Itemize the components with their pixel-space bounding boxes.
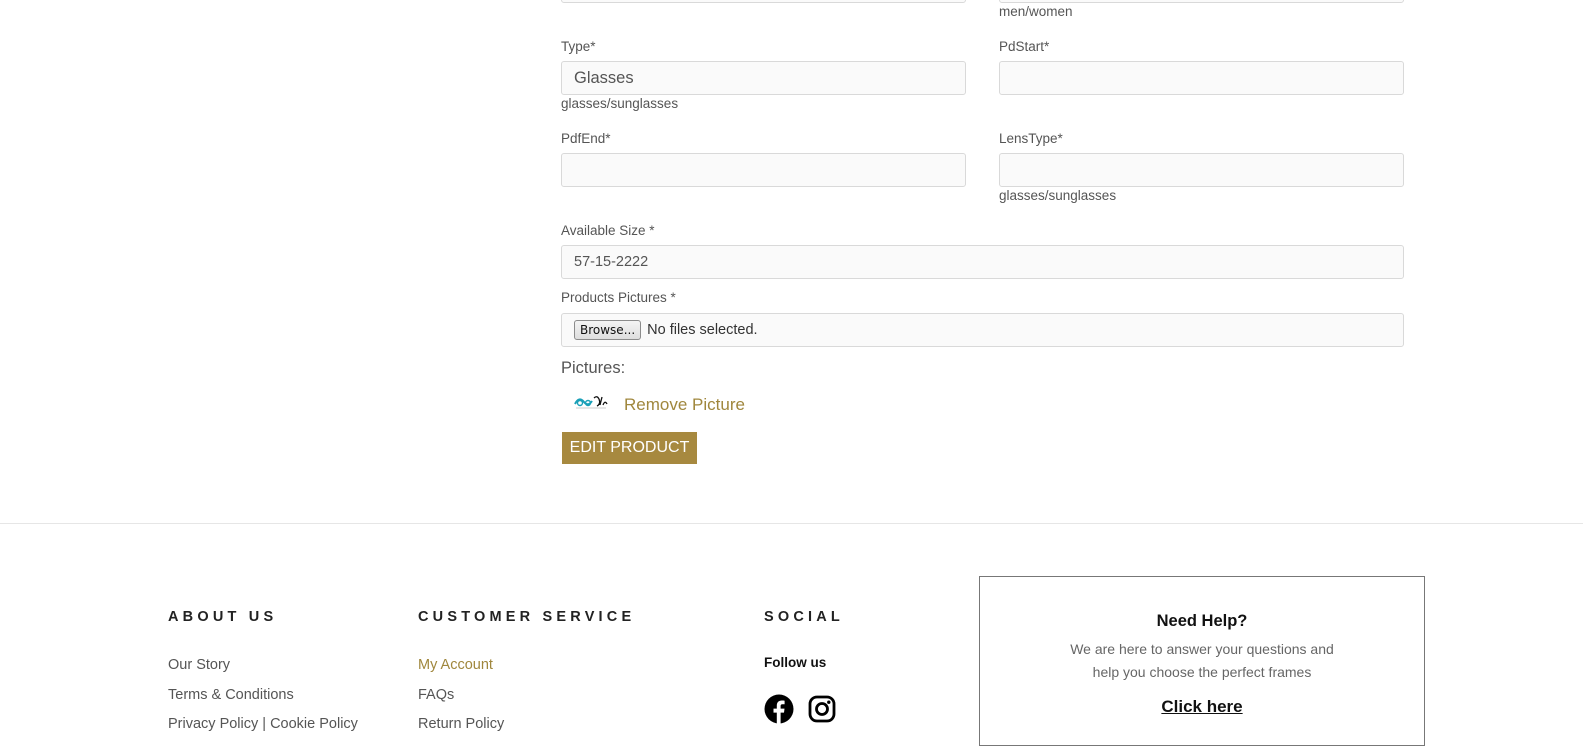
instagram-icon[interactable] <box>808 695 836 723</box>
about-us-heading: ABOUT US <box>168 609 278 625</box>
footer-divider <box>0 523 1583 524</box>
type-value: Glasses <box>574 68 634 87</box>
need-help-title: Need Help? <box>1156 612 1248 630</box>
pd-start-input[interactable] <box>999 61 1404 95</box>
type-input[interactable]: Glasses <box>561 61 966 95</box>
lens-type-input[interactable] <box>999 153 1404 187</box>
type-hint: glasses/sunglasses <box>561 96 679 111</box>
edit-product-button[interactable]: EDIT PRODUCT <box>562 432 697 464</box>
customer-service-heading: CUSTOMER SERVICE <box>418 609 636 625</box>
need-help-text-line1: We are here to answer your questions and <box>1070 641 1334 657</box>
type-label: Type* <box>561 39 596 54</box>
products-pictures-label: Products Pictures * <box>561 290 676 305</box>
product-picture-thumbnail <box>574 396 608 409</box>
facebook-icon[interactable] <box>764 694 794 724</box>
lens-type-label: LensType* <box>999 131 1063 146</box>
available-size-value: 57-15-2222 <box>574 254 649 270</box>
social-heading: SOCIAL <box>764 609 844 625</box>
privacy-cookie-policy-link[interactable]: Privacy Policy | Cookie Policy <box>168 716 358 732</box>
available-size-label: Available Size * <box>561 223 655 238</box>
collection-field-partial[interactable] <box>999 0 1404 3</box>
follow-us-label: Follow us <box>764 655 827 670</box>
need-help-text-line2: help you choose the perfect frames <box>1092 664 1312 680</box>
products-pictures-file-input[interactable]: Browse... No files selected. <box>561 313 1404 347</box>
pdf-end-input[interactable] <box>561 153 966 187</box>
pictures-heading: Pictures: <box>561 359 626 377</box>
gender-hint: men/women <box>999 4 1073 19</box>
my-account-link[interactable]: My Account <box>418 657 493 673</box>
remove-picture-link[interactable]: Remove Picture <box>624 395 745 415</box>
browse-button[interactable]: Browse... <box>574 320 642 340</box>
need-help-box: Need Help? We are here to answer your qu… <box>979 576 1425 746</box>
available-size-input[interactable]: 57-15-2222 <box>561 245 1404 279</box>
our-story-link[interactable]: Our Story <box>168 657 230 673</box>
pd-start-label: PdStart* <box>999 39 1050 54</box>
click-here-link[interactable]: Click here <box>980 697 1424 717</box>
faqs-link[interactable]: FAQs <box>418 687 454 703</box>
gender-field-partial[interactable] <box>561 0 966 3</box>
pdf-end-label: PdfEnd* <box>561 131 611 146</box>
lens-type-hint: glasses/sunglasses <box>999 188 1117 203</box>
return-policy-link[interactable]: Return Policy <box>418 716 504 732</box>
file-status: No files selected. <box>647 322 758 338</box>
terms-conditions-link[interactable]: Terms & Conditions <box>168 687 294 703</box>
